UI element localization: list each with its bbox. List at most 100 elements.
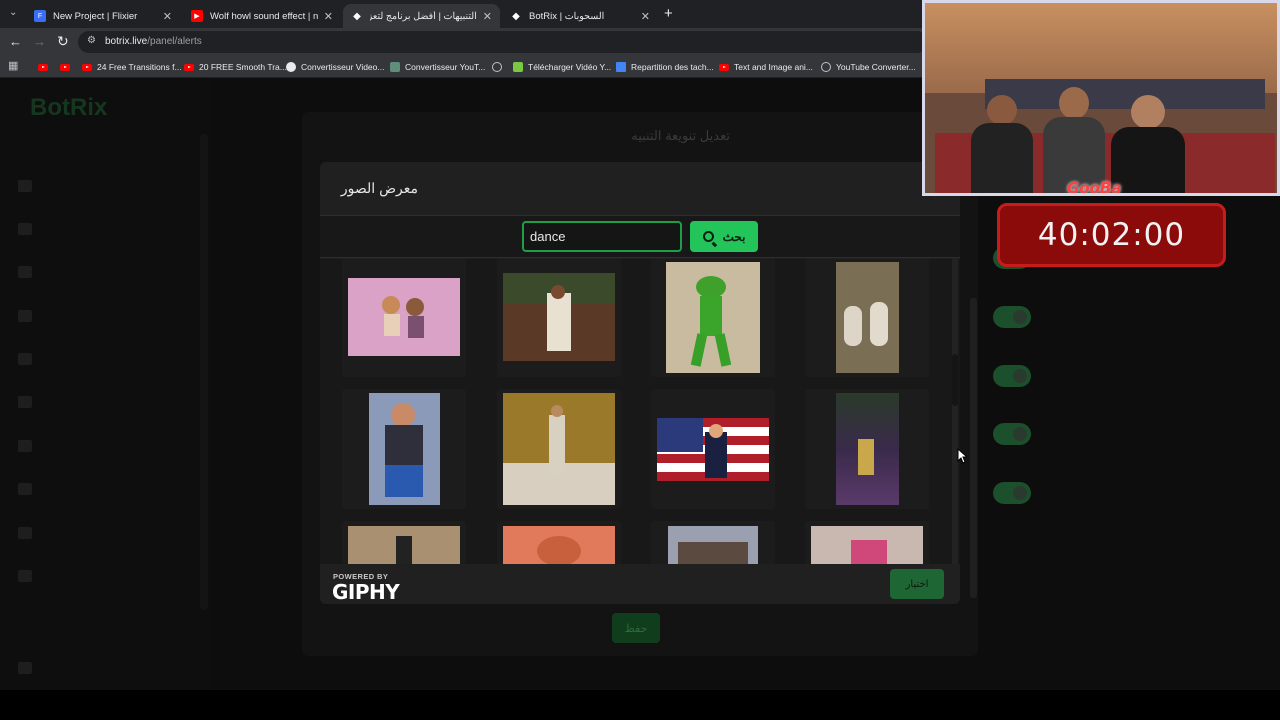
search-input[interactable] — [522, 221, 682, 252]
bookmark-convertisseur-video[interactable]: Convertisseur Video... — [286, 59, 384, 75]
close-icon[interactable]: ✕ — [641, 10, 650, 23]
gallery-scrollbar[interactable] — [952, 259, 958, 564]
gif-row3-2[interactable] — [503, 526, 615, 564]
close-icon[interactable]: ✕ — [324, 10, 333, 23]
gif-cell[interactable] — [342, 259, 466, 377]
tab-wolf-howl[interactable]: ▶ Wolf howl sound effect | night ✕ — [183, 4, 341, 28]
tab-flixier[interactable]: F New Project | Flixier ✕ — [26, 4, 180, 28]
bookmark-youtube-1[interactable] — [38, 59, 53, 75]
settings-icon — [18, 570, 32, 582]
close-icon[interactable]: ✕ — [483, 10, 492, 23]
sidebar-scrollbar[interactable] — [200, 134, 208, 610]
sidebar-item[interactable] — [18, 262, 188, 282]
bookmark-smooth[interactable]: 20 FREE Smooth Tra... — [184, 59, 287, 75]
modal-header: معرض الصور — [320, 162, 960, 216]
person-head — [1059, 87, 1089, 119]
page-scrollbar[interactable] — [970, 298, 977, 598]
gif-kermit-dance[interactable] — [666, 261, 760, 373]
flixier-icon: F — [34, 10, 46, 22]
sidebar-item[interactable] — [18, 306, 188, 326]
bookmark-youtube-2[interactable] — [60, 59, 75, 75]
converter-icon — [390, 62, 400, 72]
gif-man-dancing-christmas[interactable] — [503, 273, 615, 361]
gif-man-suit-dance[interactable] — [503, 393, 615, 505]
list-icon — [18, 396, 32, 408]
toggle-switch[interactable] — [993, 482, 1031, 504]
toggle-switch[interactable] — [993, 423, 1031, 445]
sidebar-item[interactable] — [18, 436, 188, 456]
gif-cell[interactable] — [651, 389, 775, 509]
back-icon[interactable]: ← — [9, 34, 22, 49]
bookmark-telecharger[interactable]: Télécharger Vidéo Y... — [513, 59, 611, 75]
sidebar-item[interactable] — [18, 523, 188, 543]
gif-cell[interactable] — [497, 259, 621, 377]
bookmark-label: 24 Free Transitions f... — [97, 62, 182, 72]
game-icon — [18, 440, 32, 452]
gif-boy-dance[interactable] — [368, 393, 440, 505]
sidebar-item[interactable] — [18, 176, 188, 196]
bookmark-text-image[interactable]: Text and Image ani... — [719, 59, 813, 75]
alert-edit-title: تعديل تنويعة التنبيه — [631, 128, 730, 143]
new-tab-button[interactable]: + — [664, 5, 673, 22]
gif-cell[interactable] — [805, 389, 929, 509]
person-head — [987, 95, 1017, 125]
botrix-logo: BotRix — [30, 94, 108, 121]
gif-cats-dance[interactable] — [835, 261, 899, 373]
youtube-icon — [82, 63, 92, 71]
globe-icon — [821, 62, 831, 72]
chat-icon — [18, 266, 32, 278]
image-gallery-modal: معرض الصور بحث — [320, 162, 960, 604]
bookmark-repartition[interactable]: Repartition des tach... — [616, 59, 714, 75]
gif-cartoon-dance[interactable] — [348, 278, 460, 356]
gif-cell[interactable] — [342, 389, 466, 509]
gif-row3-4[interactable] — [811, 526, 923, 564]
choose-button[interactable]: اختيار — [890, 569, 944, 599]
bookmark-convertisseur-youtube[interactable]: Convertisseur YouT... — [390, 59, 485, 75]
gif-cell[interactable] — [497, 521, 621, 564]
sidebar-item[interactable] — [18, 349, 188, 369]
tab-search-chevron-icon[interactable]: ⌄ — [9, 7, 17, 18]
bookmark-label: Convertisseur YouT... — [405, 62, 486, 72]
tab-botrix-giveaways[interactable]: ◆ BotRix | السحوبات ✕ — [502, 4, 658, 28]
gallery-scroll-thumb[interactable] — [952, 354, 958, 406]
sidebar-item[interactable] — [18, 392, 188, 412]
gif-cell[interactable] — [651, 521, 775, 564]
share-icon — [18, 662, 32, 674]
bookmark-label: Repartition des tach... — [631, 62, 714, 72]
tab-alerts[interactable]: ◆ التنبيهات | أفضل برنامج لتعزيز ال ✕ — [343, 4, 500, 28]
webcam-logo: GooBa — [1067, 179, 1122, 196]
gif-cell[interactable] — [651, 259, 775, 377]
apps-grid-icon[interactable]: ▦ — [8, 59, 18, 72]
docs-icon — [616, 62, 626, 72]
gif-row3-1[interactable] — [348, 526, 460, 564]
sidebar-item[interactable] — [18, 479, 188, 499]
forward-icon[interactable]: → — [33, 34, 46, 49]
gif-cell[interactable] — [805, 259, 929, 377]
address-bar[interactable]: ⚙ botrix.live/panel/alerts — [78, 31, 928, 53]
sidebar-item[interactable] — [18, 658, 188, 678]
bookmark-label: Text and Image ani... — [734, 62, 813, 72]
gif-row3-3[interactable] — [668, 526, 758, 564]
gif-dancer-purple[interactable] — [835, 393, 899, 505]
gif-cell[interactable] — [342, 521, 466, 564]
site-info-icon[interactable]: ⚙ — [87, 35, 96, 46]
bookmark-transitions[interactable]: 24 Free Transitions f... — [82, 59, 182, 75]
search-button[interactable]: بحث — [690, 221, 758, 252]
save-button[interactable]: حفظ — [612, 613, 660, 643]
gif-cell[interactable] — [805, 521, 929, 564]
bookmark-label: 20 FREE Smooth Tra... — [199, 62, 287, 72]
close-icon[interactable]: ✕ — [163, 10, 172, 23]
sidebar-item[interactable] — [18, 219, 188, 239]
bookmark-globe[interactable] — [492, 59, 507, 75]
person-body — [1111, 127, 1185, 193]
bookmark-label: YouTube Converter... — [836, 62, 916, 72]
gif-flag-dance[interactable] — [657, 417, 769, 481]
modal-title: معرض الصور — [340, 180, 418, 196]
sidebar-item[interactable] — [18, 566, 188, 586]
toggle-switch[interactable] — [993, 365, 1031, 387]
toggle-switch[interactable] — [993, 306, 1031, 328]
webcam-shelf — [985, 79, 1265, 109]
gif-cell[interactable] — [497, 389, 621, 509]
bookmark-youtube-converter[interactable]: YouTube Converter... — [821, 59, 916, 75]
reload-icon[interactable]: ↻ — [57, 33, 69, 50]
